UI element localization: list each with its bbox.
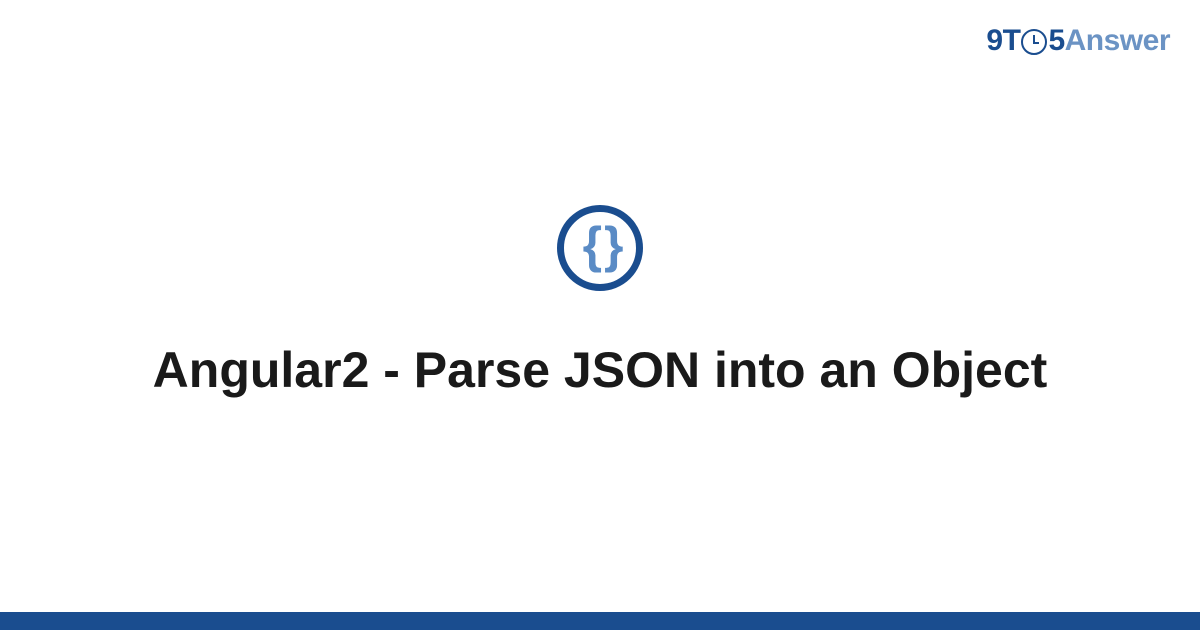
logo-nine: 9 (986, 24, 1002, 58)
main-content: { } Angular2 - Parse JSON into an Object (0, 205, 1200, 402)
logo-t: T (1003, 24, 1021, 58)
site-logo: 9 T 5 Answer (986, 24, 1170, 58)
page-title: Angular2 - Parse JSON into an Object (0, 339, 1200, 402)
braces-glyph: { } (583, 220, 618, 270)
logo-five: 5 (1048, 24, 1064, 58)
json-braces-icon: { } (557, 205, 643, 291)
logo-answer: Answer (1065, 24, 1170, 58)
footer-bar (0, 612, 1200, 630)
clock-icon (1021, 29, 1047, 55)
